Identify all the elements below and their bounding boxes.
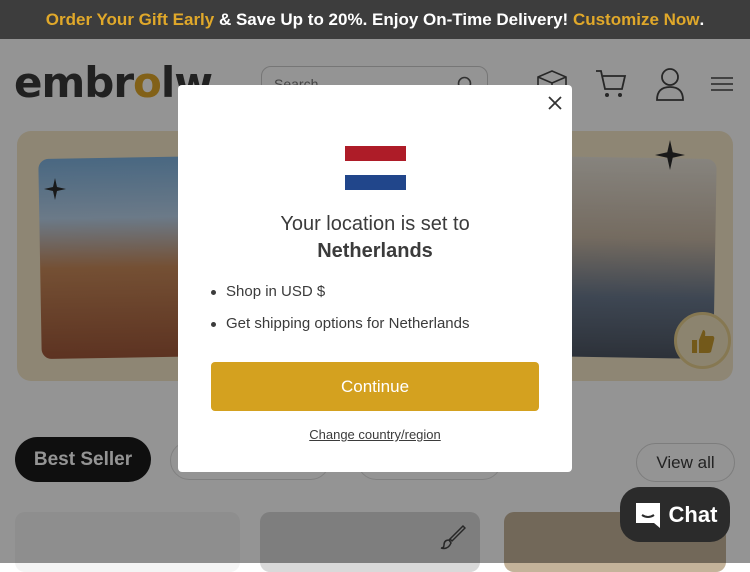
bullet-shop-currency: USD $ (281, 283, 326, 300)
customize-now-link[interactable]: Customize Now (573, 10, 700, 30)
bullet-shop: Shop in USD $ (211, 283, 470, 315)
bullet-shipping: Get shipping options for Netherlands (211, 315, 470, 347)
modal-title: Your location is set to (280, 213, 470, 235)
promo-banner[interactable]: Order Your Gift Early & Save Up to 20%. … (0, 0, 750, 39)
chat-label: Chat (668, 501, 718, 527)
netherlands-flag-icon (345, 146, 406, 190)
chat-icon (635, 502, 660, 528)
modal-bullets: Shop in USD $ Get shipping options for N… (211, 283, 470, 347)
chat-button[interactable]: Chat (620, 487, 730, 542)
continue-button[interactable]: Continue (211, 362, 539, 411)
promo-period: . (699, 9, 705, 29)
change-country-link[interactable]: Change country/region (178, 427, 572, 442)
promo-highlight: Order Your Gift Early (45, 9, 215, 29)
bullet-shop-prefix: Shop in (226, 283, 282, 300)
close-icon[interactable] (547, 95, 563, 111)
location-modal (178, 85, 572, 472)
bullet-shipping-prefix: Get shipping options for (226, 315, 389, 332)
modal-country: Netherlands (317, 240, 433, 262)
promo-text: & Save Up to 20%. Enjoy On-Time Delivery… (214, 9, 573, 29)
bullet-shipping-country: Netherlands (388, 315, 470, 332)
